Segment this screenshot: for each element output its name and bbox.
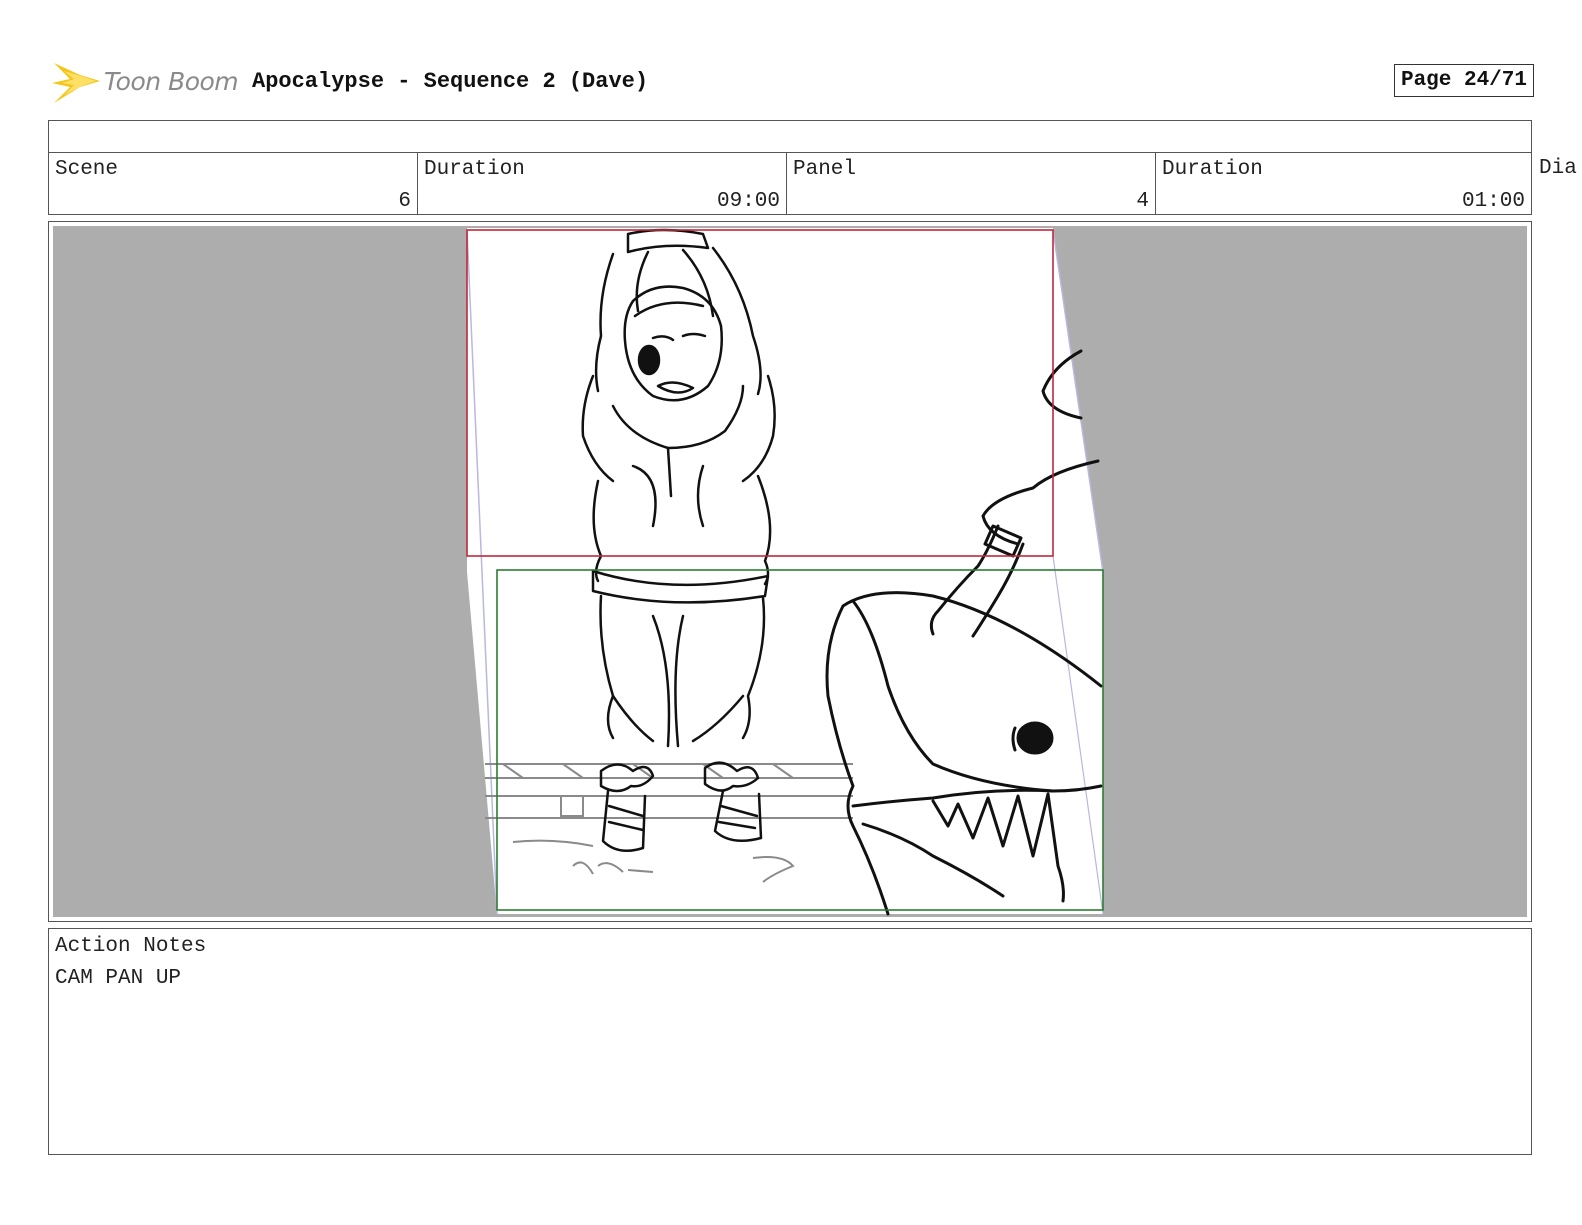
panel-duration-value: 01:00	[1461, 190, 1525, 213]
scene-value: 6	[398, 190, 411, 213]
page-number: Page 24/71	[1393, 64, 1534, 97]
info-table-top-row	[49, 121, 1531, 153]
storyboard-panel	[48, 221, 1532, 922]
toon-boom-logo: Toon Boom	[50, 57, 240, 107]
starburst-icon	[52, 63, 100, 103]
scene-duration-value: 09:00	[716, 190, 780, 213]
document-title: Apocalypse - Sequence 2 (Dave)	[252, 69, 649, 94]
storyboard-header: Toon Boom Apocalypse - Sequence 2 (Dave)…	[50, 55, 1534, 111]
panel-cell: Panel 4	[786, 152, 1155, 214]
panel-value: 4	[1136, 190, 1149, 213]
scene-info-table: Scene 6 Duration 09:00 Panel 4 Duration …	[48, 120, 1532, 215]
panel-label: Panel	[793, 158, 857, 181]
dialogue-label: Dia	[1539, 157, 1577, 180]
panel-duration-label: Duration	[1162, 158, 1263, 181]
drawing-area	[467, 228, 1103, 914]
scene-duration-cell: Duration 09:00	[417, 152, 786, 214]
action-notes-text: CAM PAN UP	[55, 967, 182, 990]
panel-drawing	[53, 226, 1527, 917]
scene-label: Scene	[55, 158, 119, 181]
logo-text: Toon Boom	[104, 67, 239, 96]
panel-duration-cell: Duration 01:00	[1155, 152, 1531, 214]
action-notes-box: Action Notes CAM PAN UP	[48, 928, 1532, 1155]
scene-duration-label: Duration	[424, 158, 525, 181]
scene-cell: Scene 6	[49, 152, 417, 214]
action-notes-label: Action Notes	[55, 935, 207, 958]
